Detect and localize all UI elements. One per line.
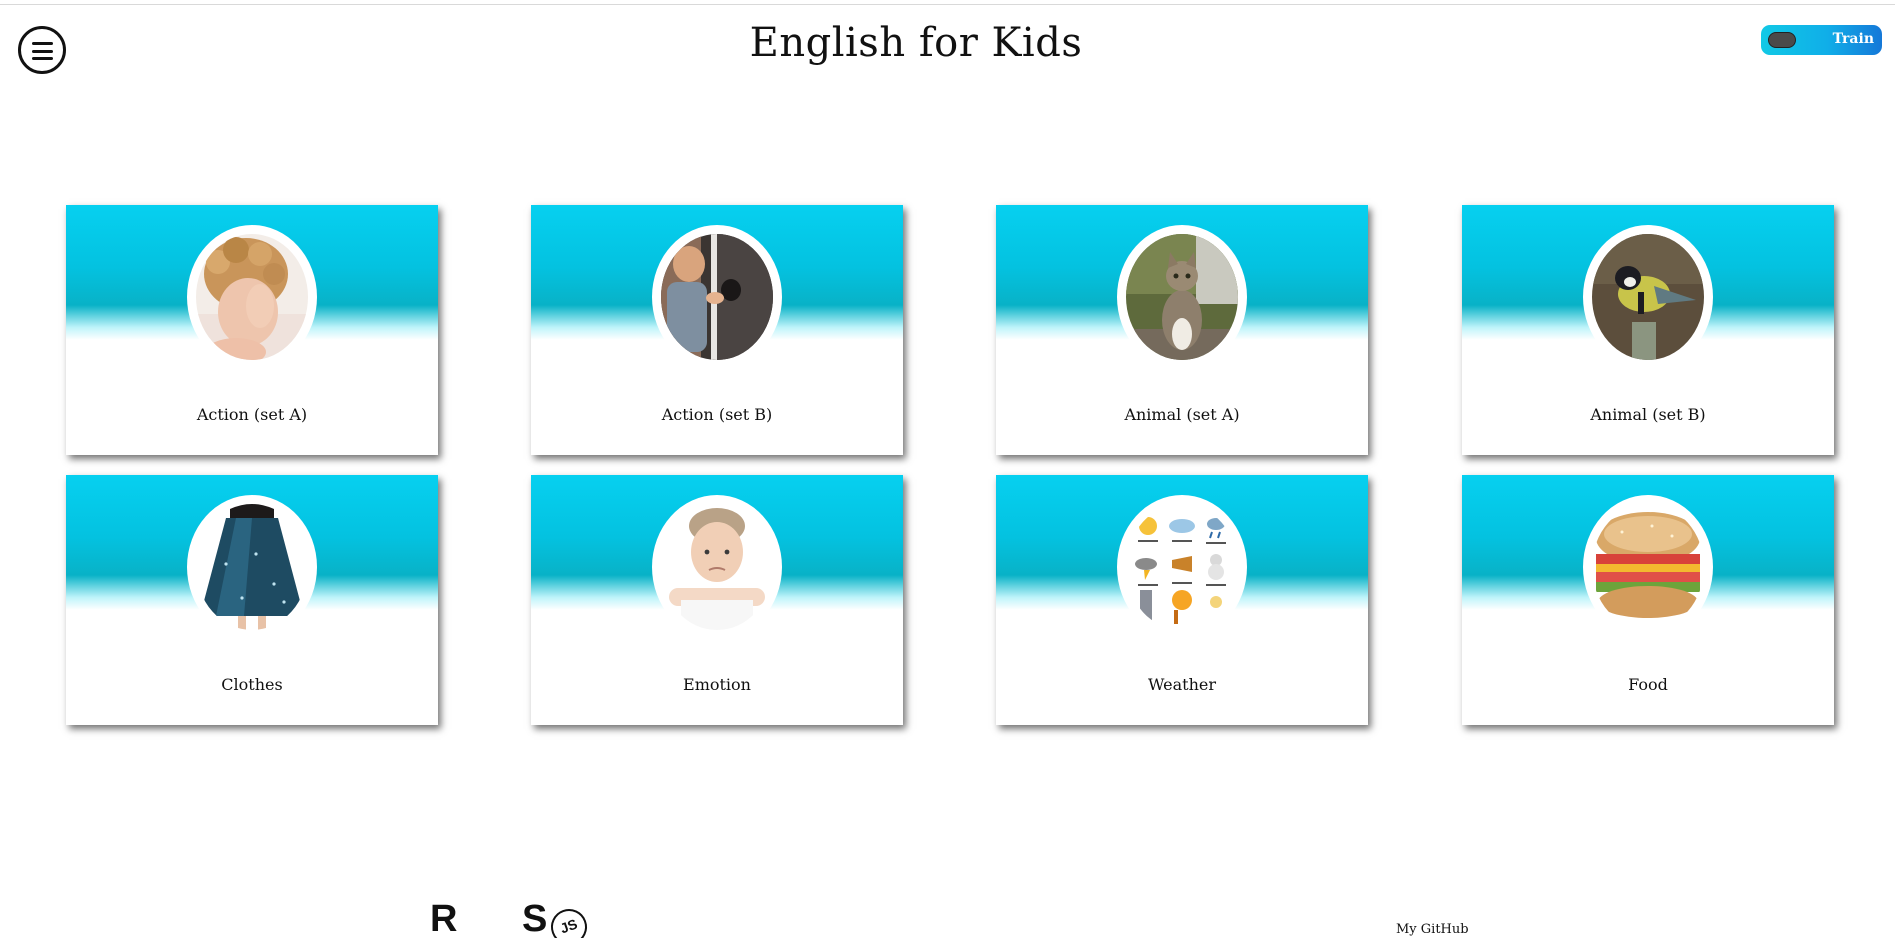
skirt-image (196, 504, 308, 630)
category-label: Animal (set A) (1124, 405, 1240, 424)
category-label: Action (set B) (661, 405, 773, 424)
top-divider (0, 4, 1895, 5)
child-opening-door-image (661, 234, 773, 360)
rs-school-logo-r[interactable]: R (430, 900, 457, 938)
cat-image (1126, 234, 1238, 360)
toggle-knob[interactable] (1768, 32, 1796, 48)
category-card-weather[interactable]: Weather (996, 475, 1368, 725)
category-label: Animal (set B) (1590, 405, 1706, 424)
category-card-emotion[interactable]: Emotion (531, 475, 903, 725)
page-title: English for Kids (749, 20, 1083, 66)
category-label: Food (1628, 675, 1668, 694)
github-link[interactable]: My GitHub (1396, 922, 1469, 937)
category-label: Emotion (683, 675, 751, 694)
sad-boy-image (661, 504, 773, 630)
bird-image (1592, 234, 1704, 360)
category-card-action-b[interactable]: Action (set B) (531, 205, 903, 455)
category-card-action-a[interactable]: Action (set A) (66, 205, 438, 455)
category-card-animal-a[interactable]: Animal (set A) (996, 205, 1368, 455)
category-label: Clothes (221, 675, 283, 694)
category-card-clothes[interactable]: Clothes (66, 475, 438, 725)
category-card-food[interactable]: Food (1462, 475, 1834, 725)
weather-icons-image (1126, 504, 1238, 630)
category-label: Action (set A) (196, 405, 308, 424)
rs-school-logo-s[interactable]: S (522, 900, 547, 938)
mode-toggle-label: Train (1832, 31, 1874, 47)
category-label: Weather (1148, 675, 1216, 694)
category-card-animal-b[interactable]: Animal (set B) (1462, 205, 1834, 455)
sandwich-image (1592, 504, 1704, 630)
js-badge-icon: JS (545, 903, 593, 938)
child-covering-face-image (196, 234, 308, 360)
mode-toggle-switch[interactable]: Train (1761, 25, 1882, 55)
app-page: English for Kids Train Action (set A) Ac… (0, 0, 1895, 938)
